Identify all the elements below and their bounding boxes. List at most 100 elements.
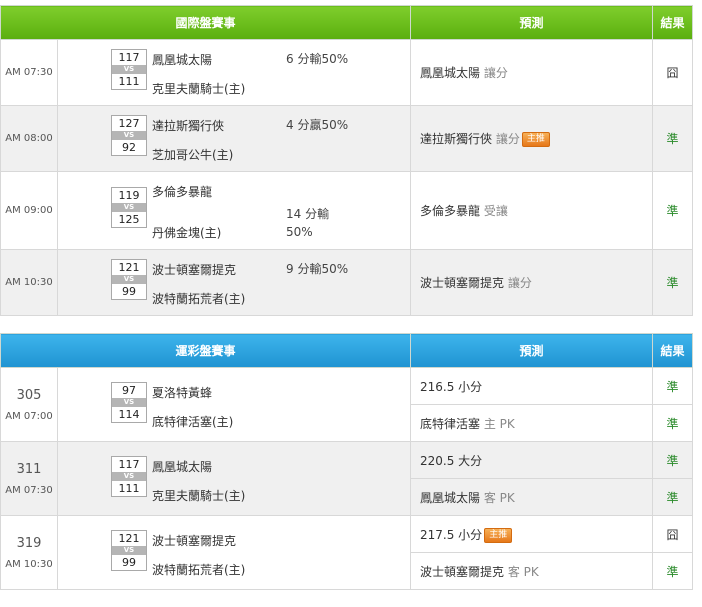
prediction: 底特律活塞 主 PK (410, 404, 654, 442)
score-box: 121 VS 99 (111, 530, 147, 571)
matchup: 117 VS 111 鳳凰城太陽 克里夫蘭騎士(主) (56, 441, 412, 516)
game-number: 311 (16, 461, 42, 477)
vs-label: VS (112, 131, 146, 140)
game-row: AM 10:30 121 VS 99 波士頓塞爾提克 波特蘭拓荒者(主) 9 分… (0, 249, 694, 316)
prediction-type: 客 PK (507, 564, 539, 579)
game-time: 319 AM 10:30 (0, 515, 58, 590)
result-mark: 準 (652, 478, 694, 516)
spread-outcome-line: 14 分輸 (286, 207, 330, 221)
column-header-result: 結果 (652, 5, 694, 40)
prediction-main: 鳳凰城太陽 (420, 490, 481, 505)
game-time: 305 AM 07:00 (0, 367, 58, 442)
result-mark: 準 (652, 404, 694, 442)
home-team: 底特律活塞(主) (152, 415, 234, 429)
prediction-type: 受讓 (483, 204, 508, 218)
prediction-main: 底特律活塞 (420, 416, 481, 431)
score-box: 97 VS 114 (111, 382, 147, 423)
spread-outcome: 4 分贏50% (286, 118, 349, 132)
game-row: 305 AM 07:00 97 VS 114 夏洛特黃蜂 底特律活塞(主) 21… (0, 367, 694, 442)
international-games-table: 國際盤賽事 預測 結果 AM 07:30 117 VS 111 鳳凰城太陽 克里… (0, 5, 694, 316)
home-score: 92 (122, 141, 136, 154)
result-mark: 準 (652, 105, 694, 172)
vs-label: VS (112, 472, 146, 481)
home-team: 芝加哥公牛(主) (152, 148, 234, 162)
prediction-type: 客 PK (483, 490, 515, 505)
home-team: 丹佛金塊(主) (152, 226, 222, 240)
prediction: 波士頓塞爾提克 客 PK (410, 552, 654, 590)
home-score: 99 (122, 556, 136, 569)
score-box: 117 VS 111 (111, 456, 147, 497)
table-header: 運彩盤賽事 預測 結果 (0, 333, 694, 368)
result-mark: 準 (652, 367, 694, 405)
matchup: 119 VS 125 多倫多暴龍 丹佛金塊(主) 14 分輸 50% (56, 171, 412, 250)
vs-label: VS (112, 65, 146, 74)
prediction-team: 波士頓塞爾提克 (420, 276, 505, 290)
featured-badge: 主推 (484, 527, 513, 543)
home-score: 114 (118, 408, 140, 421)
vs-label: VS (112, 398, 146, 407)
game-time: AM 10:30 (0, 249, 58, 316)
column-header-game: 國際盤賽事 (0, 5, 412, 40)
away-score: 121 (118, 532, 140, 545)
prediction-main: 216.5 小分 (420, 379, 483, 394)
lottery-games-table: 運彩盤賽事 預測 結果 305 AM 07:00 97 VS 114 夏洛特黃蜂… (0, 333, 694, 590)
prediction-main: 217.5 小分 (420, 527, 483, 542)
matchup: 117 VS 111 鳳凰城太陽 克里夫蘭騎士(主) 6 分輸50% (56, 39, 412, 106)
prediction-team: 多倫多暴龍 (420, 204, 481, 218)
home-team: 波特蘭拓荒者(主) (152, 292, 246, 306)
table-header: 國際盤賽事 預測 結果 (0, 5, 694, 40)
prediction-type: 主 PK (483, 416, 515, 431)
result-mark: 準 (652, 171, 694, 250)
prediction-type: 讓分 (483, 66, 508, 80)
game-time: 311 AM 07:30 (0, 441, 58, 516)
game-row: AM 08:00 127 VS 92 達拉斯獨行俠 芝加哥公牛(主) 4 分贏5… (0, 105, 694, 172)
prediction-type: 讓分 (495, 132, 520, 146)
away-team: 波士頓塞爾提克 (152, 263, 237, 277)
away-score: 121 (118, 261, 140, 274)
game-row: 319 AM 10:30 121 VS 99 波士頓塞爾提克 波特蘭拓荒者(主)… (0, 515, 694, 590)
home-team: 克里夫蘭騎士(主) (152, 82, 246, 96)
away-score: 127 (118, 117, 140, 130)
prediction: 達拉斯獨行俠 讓分 主推 (410, 105, 654, 172)
game-time-text: AM 07:30 (5, 484, 53, 496)
vs-label: VS (112, 203, 146, 212)
score-box: 121 VS 99 (111, 259, 147, 300)
home-score: 125 (118, 213, 140, 226)
game-time: AM 08:00 (0, 105, 58, 172)
prediction: 220.5 大分 (410, 441, 654, 479)
result-mark: 準 (652, 552, 694, 590)
column-header-result: 結果 (652, 333, 694, 368)
home-score: 111 (118, 75, 140, 88)
spread-outcome: 6 分輸50% (286, 52, 349, 66)
game-time: AM 09:00 (0, 171, 58, 250)
result-mark: 囧 (652, 39, 694, 106)
vs-label: VS (112, 275, 146, 284)
score-box: 119 VS 125 (111, 187, 147, 228)
spread-outcome-line: 50% (286, 225, 313, 239)
game-time: AM 07:30 (0, 39, 58, 106)
featured-badge: 主推 (521, 132, 550, 147)
away-team: 波士頓塞爾提克 (152, 534, 237, 548)
spread-outcome: 9 分輸50% (286, 262, 349, 276)
game-number: 319 (16, 535, 42, 551)
result-mark: 準 (652, 249, 694, 316)
spread-outcome: 14 分輸 50% (286, 205, 329, 241)
prediction-main: 波士頓塞爾提克 (420, 564, 505, 579)
home-team: 波特蘭拓荒者(主) (152, 563, 246, 577)
score-box: 127 VS 92 (111, 115, 147, 156)
prediction: 波士頓塞爾提克 讓分 (410, 249, 654, 316)
away-team: 多倫多暴龍 (152, 185, 213, 199)
matchup: 121 VS 99 波士頓塞爾提克 波特蘭拓荒者(主) 9 分輸50% (56, 249, 412, 316)
vs-label: VS (112, 546, 146, 555)
column-header-predict: 預測 (410, 5, 654, 40)
prediction: 鳳凰城太陽 讓分 (410, 39, 654, 106)
away-team: 達拉斯獨行俠 (152, 119, 225, 133)
column-header-predict: 預測 (410, 333, 654, 368)
matchup: 97 VS 114 夏洛特黃蜂 底特律活塞(主) (56, 367, 412, 442)
prediction-main: 220.5 大分 (420, 453, 483, 468)
away-score: 117 (118, 51, 140, 64)
away-team: 夏洛特黃蜂 (152, 386, 213, 400)
home-score: 111 (118, 482, 140, 495)
away-score: 97 (122, 384, 136, 397)
prediction: 216.5 小分 (410, 367, 654, 405)
